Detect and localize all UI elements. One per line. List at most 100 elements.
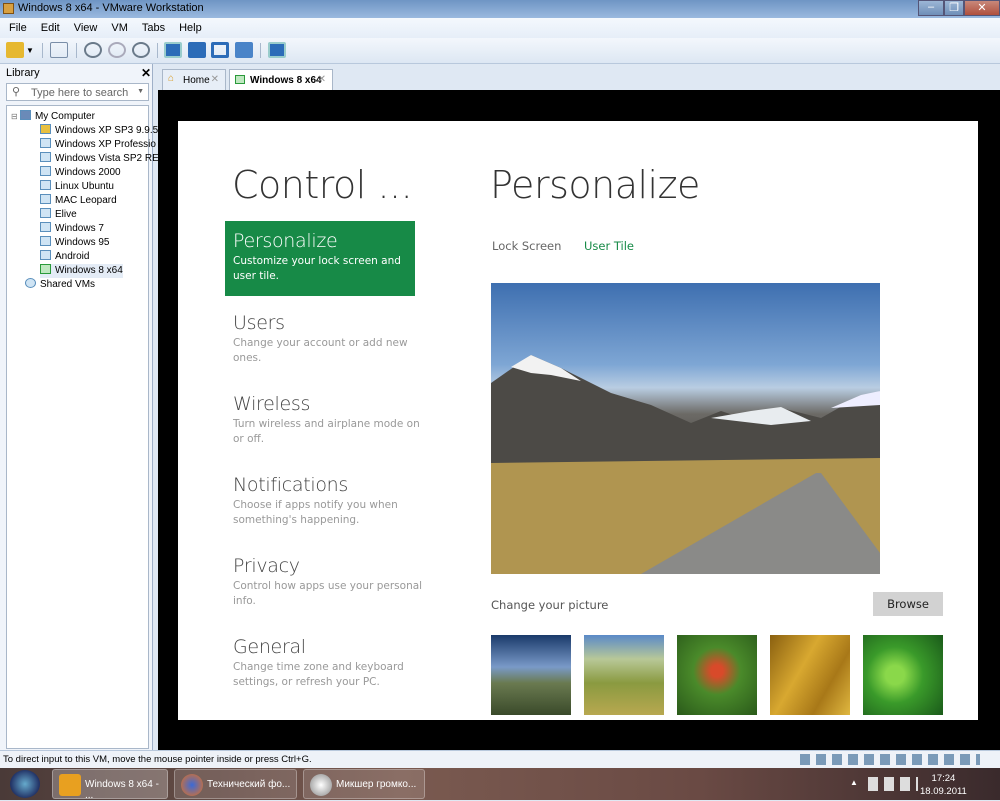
tree-item-vm[interactable]: Windows XP SP3 9.9.5 (40, 124, 158, 138)
toolbar: ▼ (0, 38, 1000, 64)
library-search-input[interactable]: ⚲ Type here to search ▼ (6, 83, 149, 101)
vm-icon (40, 124, 51, 134)
power-icon[interactable] (6, 42, 24, 58)
status-bar: To direct input to this VM, move the mou… (0, 750, 1000, 768)
lock-screen-picture (491, 283, 880, 574)
speaker-icon (310, 774, 332, 796)
search-placeholder: Type here to search (31, 87, 129, 99)
tree-item-vm[interactable]: Windows Vista SP2 REI (40, 152, 162, 166)
menu-help[interactable]: Help (179, 22, 202, 38)
close-button[interactable]: ✕ (964, 0, 1000, 16)
tree-item-vm[interactable]: Linux Ubuntu (40, 180, 114, 194)
tree-item-vm[interactable]: Elive (40, 208, 77, 222)
computer-icon (19, 110, 31, 120)
device-status-icons[interactable] (800, 754, 980, 765)
chevron-down-icon[interactable]: ▼ (137, 88, 144, 95)
metro-control-panel: Control ... Personalize Personalize Cust… (178, 121, 978, 720)
menu-view[interactable]: View (74, 22, 98, 38)
vm-running-icon (40, 264, 51, 274)
picture-thumbnail[interactable] (863, 635, 943, 715)
show-hidden-icons[interactable]: ▲ (850, 778, 858, 787)
tab-home[interactable]: ⌂ Home ✕ (162, 69, 226, 90)
network-icon[interactable] (50, 42, 68, 58)
library-pane: Library ✕ ⚲ Type here to search ▼ ⊟ My C… (0, 64, 162, 750)
tree-item-vm[interactable]: Android (40, 250, 89, 264)
clock[interactable]: 17:24 18.09.2011 (920, 772, 967, 798)
home-icon: ⌂ (168, 73, 175, 84)
mountain-road-image (491, 355, 880, 574)
close-tab-icon[interactable]: ✕ (211, 74, 219, 85)
taskbar-item-firefox[interactable]: Технический фо... (174, 769, 297, 799)
picture-thumbnail[interactable] (584, 635, 664, 715)
personalize-title: Personalize (490, 163, 700, 207)
menu-edit[interactable]: Edit (41, 22, 60, 38)
collapse-icon[interactable]: ⊟ (11, 112, 20, 121)
category-personalize[interactable]: Personalize Customize your lock screen a… (225, 221, 415, 296)
tree-item-vm-selected[interactable]: Windows 8 x64 (40, 264, 123, 278)
firefox-icon (181, 774, 203, 796)
snapshot-manager-icon[interactable] (132, 42, 150, 58)
vm-icon (40, 152, 51, 162)
vm-icon (40, 180, 51, 190)
vm-icon (40, 208, 51, 218)
change-picture-label: Change your picture (491, 598, 609, 612)
vm-icon (40, 166, 51, 176)
tree-item-my-computer[interactable]: ⊟ My Computer (11, 110, 95, 124)
category-users[interactable]: Users Change your account or add new one… (233, 312, 423, 366)
control-panel-title: Control ... (232, 163, 413, 207)
vm-icon (40, 236, 51, 246)
browse-button[interactable]: Browse (873, 592, 943, 616)
tree-item-vm[interactable]: Windows 95 (40, 236, 109, 250)
library-title: Library (6, 67, 40, 79)
tab-user-tile[interactable]: User Tile (584, 239, 634, 253)
tree-item-vm[interactable]: Windows XP Professio (40, 138, 156, 152)
search-icon: ⚲ (12, 86, 21, 98)
menu-file[interactable]: File (9, 22, 27, 38)
taskbar: Windows 8 x64 - ... Технический фо... Ми… (0, 768, 1000, 801)
taskbar-item-vmware[interactable]: Windows 8 x64 - ... (52, 769, 168, 801)
minimize-button[interactable]: – (918, 0, 944, 16)
tray-icons[interactable] (868, 777, 918, 791)
tab-windows-8-x64[interactable]: Windows 8 x64 ✕ (229, 69, 333, 90)
restore-button[interactable]: ❐ (944, 0, 964, 16)
vmware-icon (59, 774, 81, 796)
chevron-down-icon[interactable]: ▼ (26, 46, 34, 55)
menu-tabs[interactable]: Tabs (142, 22, 165, 38)
close-tab-icon[interactable]: ✕ (318, 74, 326, 85)
category-general[interactable]: General Change time zone and keyboard se… (233, 636, 423, 690)
vm-icon (40, 222, 51, 232)
picture-thumbnail[interactable] (491, 635, 571, 715)
tree-item-vm[interactable]: MAC Leopard (40, 194, 117, 208)
tree-item-vm[interactable]: Windows 2000 (40, 166, 121, 180)
vm-icon (40, 138, 51, 148)
menu-vm[interactable]: VM (111, 22, 128, 38)
tab-bar: ⌂ Home ✕ Windows 8 x64 ✕ (158, 66, 1000, 90)
status-message: To direct input to this VM, move the mou… (3, 754, 312, 765)
revert-snapshot-icon[interactable] (108, 42, 126, 58)
picture-thumbnail[interactable] (770, 635, 850, 715)
library-close-button[interactable]: ✕ (141, 66, 151, 80)
snapshot-icon[interactable] (84, 42, 102, 58)
menu-bar: File Edit View VM Tabs Help (0, 18, 1000, 38)
vm-tree: ⊟ My Computer Windows XP SP3 9.9.5 Windo… (6, 105, 162, 749)
sidebar-view-icon[interactable] (164, 42, 182, 58)
tree-item-shared-vms[interactable]: Shared VMs (25, 278, 95, 292)
fullscreen-icon[interactable] (211, 42, 229, 58)
start-button[interactable] (10, 770, 40, 798)
vm-icon (40, 250, 51, 260)
unity-icon[interactable] (235, 42, 253, 58)
category-privacy[interactable]: Privacy Control how apps use your person… (233, 555, 423, 609)
vm-running-icon (235, 75, 245, 84)
thumbnail-view-icon[interactable] (268, 42, 286, 58)
vm-icon (40, 194, 51, 204)
vmware-app-icon (3, 3, 14, 14)
title-bar: Windows 8 x64 - VMware Workstation – ❐ ✕ (0, 0, 1000, 18)
taskbar-item-volume-mixer[interactable]: Микшер громко... (303, 769, 425, 799)
tab-lock-screen[interactable]: Lock Screen (492, 239, 561, 253)
category-wireless[interactable]: Wireless Turn wireless and airplane mode… (233, 393, 423, 447)
tree-item-vm[interactable]: Windows 7 (40, 222, 104, 236)
window-title: Windows 8 x64 - VMware Workstation (18, 2, 204, 14)
console-view-icon[interactable] (188, 42, 206, 58)
category-notifications[interactable]: Notifications Choose if apps notify you … (233, 474, 423, 528)
picture-thumbnail[interactable] (677, 635, 757, 715)
